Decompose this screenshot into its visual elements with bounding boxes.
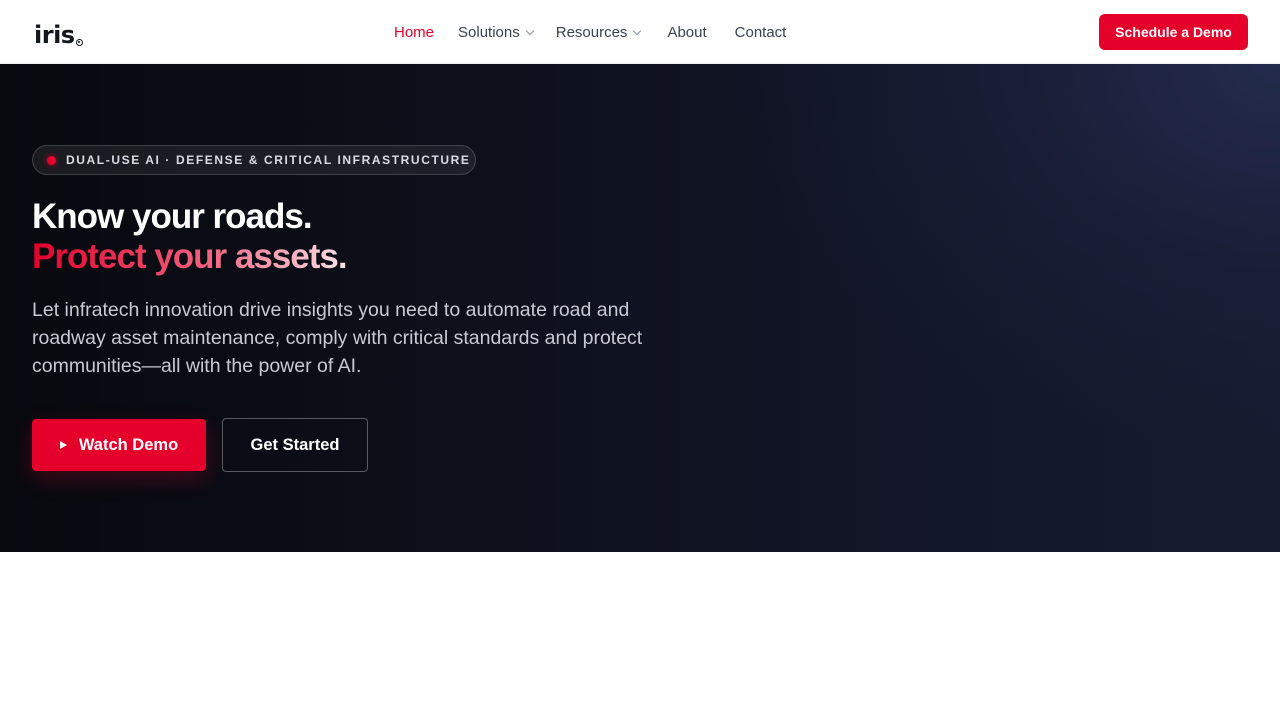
chevron-down-icon [633,26,642,35]
hero-description: Let infratech innovation drive insights … [32,299,643,377]
nav-home-label: Home [394,23,435,41]
nav-solutions-label: Solutions [458,23,520,41]
schedule-demo-button[interactable]: Schedule a Demo [1099,14,1248,50]
top-navbar: iris Home Solutions Resources About Cont… [0,0,1280,64]
nav-about-label: About [667,23,707,41]
watch-demo-button[interactable]: Watch Demo [32,419,206,471]
chevron-down-icon [525,26,534,35]
headline-line-2: Protect your assets. [32,237,348,276]
iris-logo[interactable]: iris [34,17,83,47]
nav-contact-label: Contact [734,23,787,41]
nav-contact[interactable]: Contact [735,24,787,41]
nav-solutions[interactable]: Solutions [458,23,534,41]
get-started-button[interactable]: Get Started [222,418,368,472]
nav-about[interactable]: About [667,24,706,41]
registered-mark-icon [75,39,83,46]
headline-line-1: Know your roads. [32,197,313,236]
main-nav: Home Solutions Resources About Contact [394,0,786,64]
logo-wordmark: iris [34,21,75,49]
watch-demo-label: Watch Demo [78,435,179,454]
nav-resources-label: Resources [555,23,628,41]
nav-resources[interactable]: Resources [555,23,642,41]
hero-section: DUAL-USE AI · DEFENSE & CRITICAL INFRAST… [0,64,1280,552]
hero-headline: Know your roads. Protect your assets. [32,197,672,277]
hero-badge-text: DUAL-USE AI · DEFENSE & CRITICAL INFRAST… [66,153,471,167]
hero-badge: DUAL-USE AI · DEFENSE & CRITICAL INFRAST… [32,145,476,175]
nav-home[interactable]: Home [394,24,434,41]
status-dot-icon [47,155,56,165]
play-icon [59,441,67,449]
